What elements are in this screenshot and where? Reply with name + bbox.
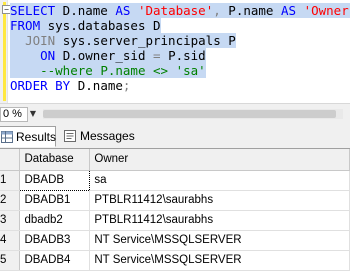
code-token: AS (115, 3, 131, 18)
code-token: = (153, 48, 161, 63)
code-token: D.owner_sid (55, 48, 154, 63)
code-token: ON (40, 48, 56, 63)
grid-header-row: Database Owner (0, 149, 350, 171)
owner-cell[interactable]: sa (89, 170, 350, 191)
owner-cell[interactable]: NT Service\MSSQLSERVER (89, 230, 350, 251)
code-token: D.name (70, 78, 123, 93)
code-token: 'Database' (137, 3, 214, 18)
code-line[interactable]: --where P.name <> 'sa' (10, 63, 206, 78)
code-token: sys.server_principals P (55, 33, 236, 48)
database-cell[interactable]: DBADB3 (19, 230, 91, 251)
table-row[interactable]: 1 DBADB sa (0, 169, 350, 191)
code-token: , (213, 3, 221, 18)
code-token: sys.databases D (40, 18, 161, 33)
tab-results-label: Results (16, 130, 57, 144)
code-token: FROM (10, 18, 41, 33)
query-editor[interactable]: − SELECT D.name AS 'Database', P.name AS… (0, 0, 350, 103)
row-number-cell[interactable]: 3 (0, 210, 21, 231)
database-cell[interactable]: DBADB (19, 169, 91, 191)
code-line[interactable]: JOIN sys.server_principals P (10, 33, 236, 48)
code-token: P.sid (160, 48, 206, 63)
grid-corner-cell[interactable] (0, 149, 21, 171)
owner-cell[interactable]: NT Service\MSSQLSERVER (89, 250, 350, 271)
sql-code[interactable]: SELECT D.name AS 'Database', P.name AS '… (10, 3, 350, 93)
code-token: ; (122, 78, 131, 93)
table-row[interactable]: 4 DBADB3 NT Service\MSSQLSERVER (0, 230, 350, 251)
database-cell[interactable]: DBADB4 (19, 250, 91, 271)
code-token: AS (280, 3, 297, 18)
code-token: ORDER BY (10, 78, 71, 93)
table-row[interactable]: 3 dbadb2 PTBLR11412\saurabhs (0, 210, 350, 231)
column-header-database[interactable]: Database (19, 149, 91, 171)
code-token: SELECT (10, 3, 56, 18)
grid-icon (1, 131, 13, 143)
code-token: JOIN (25, 33, 56, 48)
owner-cell[interactable]: PTBLR11412\saurabhs (89, 210, 350, 231)
code-token: 'Owner' (303, 3, 350, 18)
database-cell[interactable]: DBADB1 (19, 190, 91, 211)
owner-cell[interactable]: PTBLR11412\saurabhs (89, 190, 350, 211)
message-icon (64, 130, 76, 142)
code-line[interactable]: SELECT D.name AS 'Database', P.name AS '… (10, 3, 350, 18)
results-grid[interactable]: Database Owner 1 DBADB sa 2 DBADB1 PTBLR11412… (0, 149, 350, 271)
scrollbar-thumb[interactable] (43, 110, 336, 118)
zoom-dropdown[interactable]: 0 % (0, 107, 28, 122)
row-number-cell[interactable]: 2 (0, 190, 21, 211)
code-token: --where P.name <> 'sa' (40, 63, 206, 78)
code-line[interactable]: ON D.owner_sid = P.sid (10, 48, 206, 63)
chevron-down-icon[interactable]: ▼ (27, 108, 39, 120)
tab-messages[interactable]: Messages (62, 126, 140, 147)
editor-status-row: 0 % ▼ (0, 103, 350, 124)
tab-messages-label: Messages (80, 129, 135, 143)
database-cell[interactable]: dbadb2 (19, 210, 91, 231)
row-number-cell[interactable]: 1 (0, 170, 21, 191)
change-tracking-bar (3, 2, 6, 101)
code-token: D.name (55, 3, 116, 18)
tab-results[interactable]: Results (0, 126, 56, 147)
horizontal-scrollbar[interactable] (43, 109, 343, 119)
code-token: P.name (220, 3, 281, 18)
table-row[interactable]: 2 DBADB1 PTBLR11412\saurabhs (0, 190, 350, 211)
editor-gutter: − (0, 0, 11, 103)
code-line[interactable]: FROM sys.databases D (10, 18, 161, 33)
row-number-cell[interactable]: 5 (0, 250, 21, 271)
table-row[interactable]: 5 DBADB4 NT Service\MSSQLSERVER (0, 250, 350, 271)
row-number-cell[interactable]: 4 (0, 230, 21, 251)
column-header-owner[interactable]: Owner (89, 149, 350, 171)
code-line[interactable]: ORDER BY D.name; (10, 78, 130, 93)
results-tabstrip: Results Messages (0, 123, 350, 149)
